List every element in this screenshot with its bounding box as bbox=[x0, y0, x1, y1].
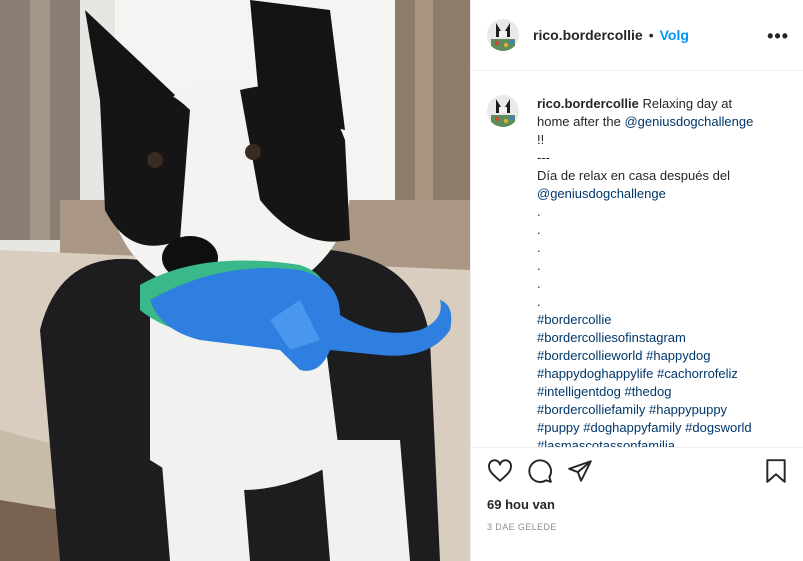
likes-count[interactable]: 69 hou van bbox=[487, 497, 555, 512]
bookmark-icon[interactable] bbox=[763, 458, 789, 489]
divider bbox=[471, 447, 803, 448]
more-options-button[interactable]: ••• bbox=[767, 26, 789, 47]
caption-line: --- bbox=[537, 150, 550, 165]
hashtag-link[interactable]: #lasmascotassonfamilia bbox=[537, 437, 787, 447]
hashtag-link[interactable]: #bordercolliesofinstagram bbox=[537, 329, 787, 347]
mention-link[interactable]: @geniusdogchallenge bbox=[624, 114, 753, 129]
avatar-image bbox=[487, 95, 519, 127]
post-header: rico.bordercollie • Volg ••• bbox=[471, 0, 803, 71]
post-timestamp[interactable]: 3 DAE GELEDE bbox=[487, 522, 557, 532]
caption: rico.bordercollie Relaxing day at home a… bbox=[487, 95, 787, 447]
caption-avatar[interactable] bbox=[487, 95, 519, 127]
separator-dot: • bbox=[648, 27, 654, 43]
heart-icon[interactable] bbox=[487, 458, 513, 489]
caption-line: . bbox=[537, 294, 541, 309]
comment-icon[interactable] bbox=[527, 458, 553, 489]
caption-line: . bbox=[537, 204, 541, 219]
caption-text: rico.bordercollie Relaxing day at home a… bbox=[537, 95, 787, 447]
dog-photo-image bbox=[0, 0, 470, 561]
caption-line: Día de relax en casa después del bbox=[537, 168, 730, 183]
caption-line: . bbox=[537, 222, 541, 237]
caption-line: rico.bordercollie Relaxing day at bbox=[537, 95, 787, 113]
caption-line: home after the @geniusdogchallenge bbox=[537, 113, 787, 131]
mention-link[interactable]: @geniusdogchallenge bbox=[537, 185, 787, 203]
caption-line: . bbox=[537, 258, 541, 273]
hashtag-link[interactable]: #intelligentdog #thedog bbox=[537, 383, 787, 401]
follow-button[interactable]: Volg bbox=[660, 27, 689, 43]
hashtag-link[interactable]: #puppy #doghappyfamily #dogsworld bbox=[537, 419, 787, 437]
hashtag-link[interactable]: #bordercollieworld #happydog bbox=[537, 347, 787, 365]
avatar[interactable] bbox=[487, 19, 519, 51]
hashtag-link[interactable]: #happydoghappylife #cachorrofeliz bbox=[537, 365, 787, 383]
post-photo[interactable] bbox=[0, 0, 470, 561]
comments-section[interactable]: rico.bordercollie Relaxing day at home a… bbox=[471, 71, 803, 447]
caption-line: !! bbox=[537, 132, 545, 147]
caption-line: . bbox=[537, 240, 541, 255]
caption-username[interactable]: rico.bordercollie bbox=[537, 96, 639, 111]
avatar-image bbox=[487, 19, 519, 51]
header-username[interactable]: rico.bordercollie bbox=[533, 27, 643, 43]
hashtag-link[interactable]: #bordercollie bbox=[537, 311, 787, 329]
hashtag-link[interactable]: #bordercolliefamily #happypuppy bbox=[537, 401, 787, 419]
caption-text-segment: home after the bbox=[537, 114, 625, 129]
caption-line: . bbox=[537, 276, 541, 291]
share-icon[interactable] bbox=[567, 458, 593, 489]
post-panel: rico.bordercollie • Volg ••• rico.border… bbox=[470, 0, 803, 561]
caption-text-segment: Relaxing day at bbox=[642, 96, 733, 111]
action-bar bbox=[487, 458, 789, 492]
